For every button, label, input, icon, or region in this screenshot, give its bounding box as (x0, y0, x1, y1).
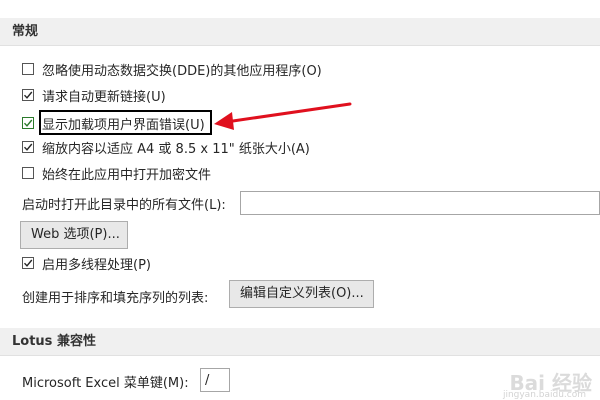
option-scale-a4[interactable]: 缩放内容以适应 A4 或 8.5 x 11" 纸张大小(A) (22, 136, 310, 158)
lotus-section-title: Lotus 兼容性 (12, 334, 96, 349)
menu-key-label: Microsoft Excel 菜单键(M): (22, 376, 189, 391)
checkbox-multithreading[interactable] (22, 257, 34, 269)
checkbox-scale-a4[interactable] (22, 141, 34, 153)
startup-folder-label: 启动时打开此目录中的所有文件(L): (22, 198, 226, 213)
lotus-section-header: Lotus 兼容性 (0, 328, 600, 356)
checkbox-open-encrypted[interactable] (22, 167, 34, 179)
option-open-encrypted[interactable]: 始终在此应用中打开加密文件 (22, 162, 211, 184)
option-scale-a4-label: 缩放内容以适应 A4 或 8.5 x 11" 纸张大小(A) (42, 141, 310, 157)
menu-key-input[interactable] (200, 368, 230, 392)
check-icon (23, 143, 33, 151)
check-icon (23, 259, 33, 267)
web-options-button[interactable]: Web 选项(P)... (20, 221, 128, 249)
option-open-encrypted-label: 始终在此应用中打开加密文件 (42, 167, 212, 183)
option-multithreading[interactable]: 启用多线程处理(P) (22, 252, 151, 274)
custom-lists-label: 创建用于排序和填充序列的列表: (22, 291, 209, 306)
option-multithreading-label: 启用多线程处理(P) (42, 257, 151, 273)
startup-folder-input[interactable] (240, 191, 600, 215)
watermark-url: jingyan.baidu.com (502, 390, 586, 400)
edit-custom-lists-button[interactable]: 编辑自定义列表(O)... (229, 280, 374, 308)
